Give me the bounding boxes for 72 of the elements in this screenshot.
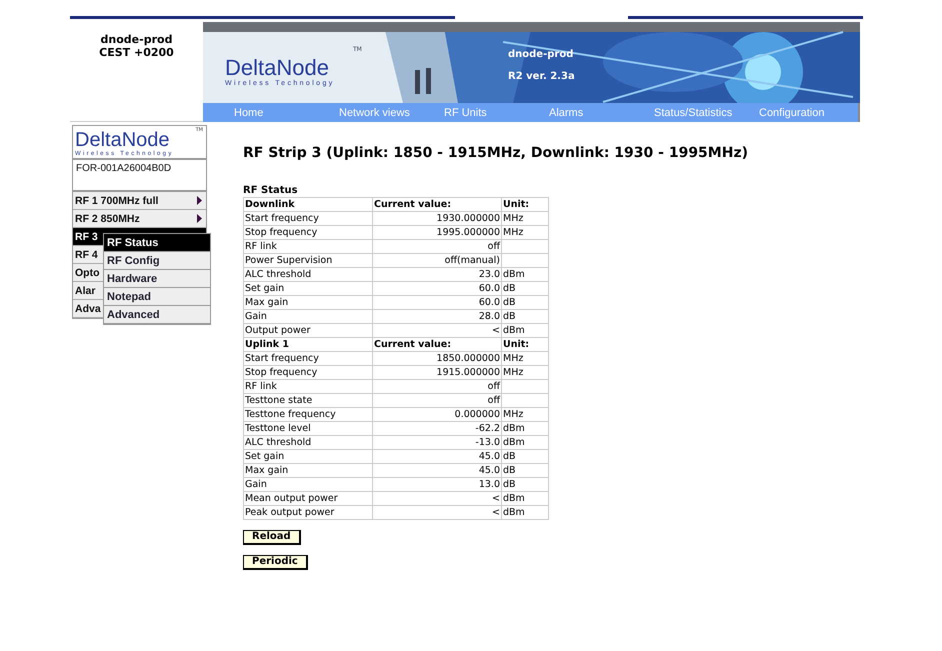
table-cell: 60.0 [372,296,502,310]
table-cell: < [372,324,502,338]
table-cell: off [372,240,502,254]
table-cell: dBm [502,324,548,338]
table-cell: ALC threshold [244,436,372,450]
table-cell: RF link [244,380,372,394]
table-cell: Set gain [244,282,372,296]
table-cell: dBm [502,506,548,520]
timezone-label: CEST +0200 [99,46,174,59]
table-cell: dB [502,464,548,478]
table-cell: 60.0 [372,282,502,296]
table-cell: 1995.000000 [372,226,502,240]
column-header: Unit: [502,338,548,352]
column-header: Current value: [372,338,502,352]
table-cell: 1850.000000 [372,352,502,366]
column-header: Uplink 1 [244,338,372,352]
table-title: RF Status [243,185,299,196]
banner-host-name: dnode-prod [508,49,574,61]
column-header: Downlink [244,198,372,212]
version-label: R2 ver. 2.3a [508,71,575,83]
table-cell: Stop frequency [244,226,372,240]
table-cell: 28.0 [372,310,502,324]
table-cell: MHz [502,212,548,226]
table-cell: dBm [502,436,548,450]
table-cell: off [372,380,502,394]
table-cell: Stop frequency [244,366,372,380]
column-header: Current value: [372,198,502,212]
table-cell: 1915.000000 [372,366,502,380]
page-title: RF Strip 3 (Uplink: 1850 - 1915MHz, Downlink: 1930 - 1995MHz) [243,145,748,163]
table-cell: -13.0 [372,436,502,450]
table-cell: RF link [244,240,372,254]
column-header: Unit: [502,198,548,212]
table-cell: MHz [502,366,548,380]
table-cell: off [372,394,502,408]
table-cell: Mean output power [244,492,372,506]
table-cell: MHz [502,408,548,422]
table-cell: dB [502,282,548,296]
table-cell: ALC threshold [244,268,372,282]
table-cell: < [372,492,502,506]
table-cell: Max gain [244,296,372,310]
table-cell: Testtone level [244,422,372,436]
table-cell: Gain [244,310,372,324]
table-cell: 45.0 [372,464,502,478]
table-cell: 1930.000000 [372,212,502,226]
table-cell: dB [502,478,548,492]
table-cell: Testtone frequency [244,408,372,422]
table-cell: MHz [502,352,548,366]
table-cell: -62.2 [372,422,502,436]
table-cell: dBm [502,422,548,436]
table-cell: Gain [244,478,372,492]
table-cell: dB [502,310,548,324]
table-cell: Max gain [244,464,372,478]
table-cell: MHz [502,226,548,240]
table-cell: dB [502,450,548,464]
table-cell: 13.0 [372,478,502,492]
table-cell: 0.000000 [372,408,502,422]
table-cell: dB [502,296,548,310]
table-cell: Peak output power [244,506,372,520]
table-cell: dBm [502,268,548,282]
table-cell: Power Supervision [244,254,372,268]
table-cell: Output power [244,324,372,338]
table-cell: Start frequency [244,212,372,226]
table-cell: 23.0 [372,268,502,282]
table-cell: 45.0 [372,450,502,464]
table-cell: dBm [502,492,548,506]
table-cell: Set gain [244,450,372,464]
table-cell: Start frequency [244,352,372,366]
host-name: dnode-prod [100,33,172,46]
table-cell: Testtone state [244,394,372,408]
table-cell: off(manual) [372,254,502,268]
table-cell: < [372,506,502,520]
logo: DeltaNode [75,130,170,150]
